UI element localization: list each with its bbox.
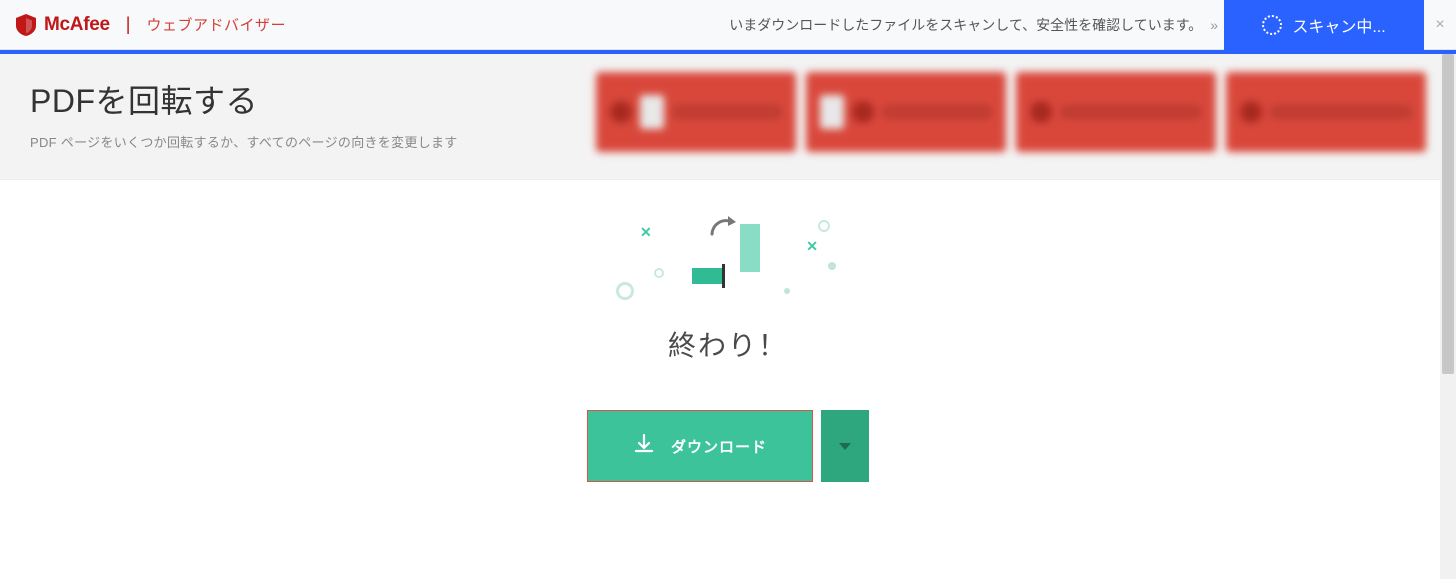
page-tall-icon xyxy=(740,224,760,272)
download-button-label: ダウンロード xyxy=(671,436,767,457)
mcafee-notification-bar: McAfee | ウェブアドバイザー いまダウンロードしたファイルをスキャンして… xyxy=(0,0,1456,50)
done-label: 終わり！ xyxy=(668,324,788,364)
page-subtitle: PDF ページをいくつか回転するか、すべてのページの向きを変更します xyxy=(30,132,458,151)
decor-circle-icon xyxy=(818,220,830,232)
page-wide-icon xyxy=(692,268,722,284)
decor-dot-icon xyxy=(828,262,836,270)
ad-tile[interactable] xyxy=(596,72,796,152)
scanning-indicator[interactable]: スキャン中... xyxy=(1224,0,1424,50)
scanning-label: スキャン中... xyxy=(1292,13,1385,37)
ad-tiles xyxy=(596,72,1426,152)
mcafee-status-text: いまダウンロードしたファイルをスキャンして、安全性を確認しています。 » xyxy=(729,15,1224,35)
chevron-right-icon: » xyxy=(1210,17,1216,33)
scrollbar-thumb[interactable] xyxy=(1442,54,1454,374)
ad-tile[interactable] xyxy=(1226,72,1426,152)
axis-bar-icon xyxy=(722,264,725,288)
decor-circle-icon xyxy=(616,282,634,300)
ad-tile[interactable] xyxy=(806,72,1006,152)
download-row: ダウンロード xyxy=(587,410,869,482)
download-options-button[interactable] xyxy=(821,410,869,482)
close-icon[interactable]: × xyxy=(1424,16,1456,34)
main-content: ✕ ✕ 終わり！ ダウンロード xyxy=(0,180,1456,482)
caret-down-icon xyxy=(839,443,851,450)
spinner-icon xyxy=(1262,15,1282,35)
download-button[interactable]: ダウンロード xyxy=(587,410,813,482)
rotate-icon xyxy=(692,220,764,292)
decor-circle-icon xyxy=(654,268,664,278)
ad-tile[interactable] xyxy=(1016,72,1216,152)
mcafee-logo-section: McAfee | ウェブアドバイザー xyxy=(0,14,286,36)
success-illustration: ✕ ✕ xyxy=(608,220,848,300)
page-header-text: PDFを回転する PDF ページをいくつか回転するか、すべてのページの向きを変更… xyxy=(30,76,458,151)
download-icon xyxy=(633,433,655,459)
mcafee-brand-text: McAfee xyxy=(44,14,110,36)
rotate-arrow-icon xyxy=(710,216,738,243)
mcafee-advisor-label: ウェブアドバイザー xyxy=(146,14,286,35)
mcafee-shield-icon xyxy=(16,14,36,36)
decor-x-icon: ✕ xyxy=(806,238,818,255)
page-header: PDFを回転する PDF ページをいくつか回転するか、すべてのページの向きを変更… xyxy=(0,54,1456,180)
mcafee-status-msg: いまダウンロードしたファイルをスキャンして、安全性を確認しています。 xyxy=(729,17,1202,33)
page-title: PDFを回転する xyxy=(30,76,458,122)
mcafee-divider: | xyxy=(126,14,131,35)
scrollbar-track[interactable] xyxy=(1440,54,1456,579)
decor-x-icon: ✕ xyxy=(640,224,652,241)
decor-dot-icon xyxy=(784,288,790,294)
